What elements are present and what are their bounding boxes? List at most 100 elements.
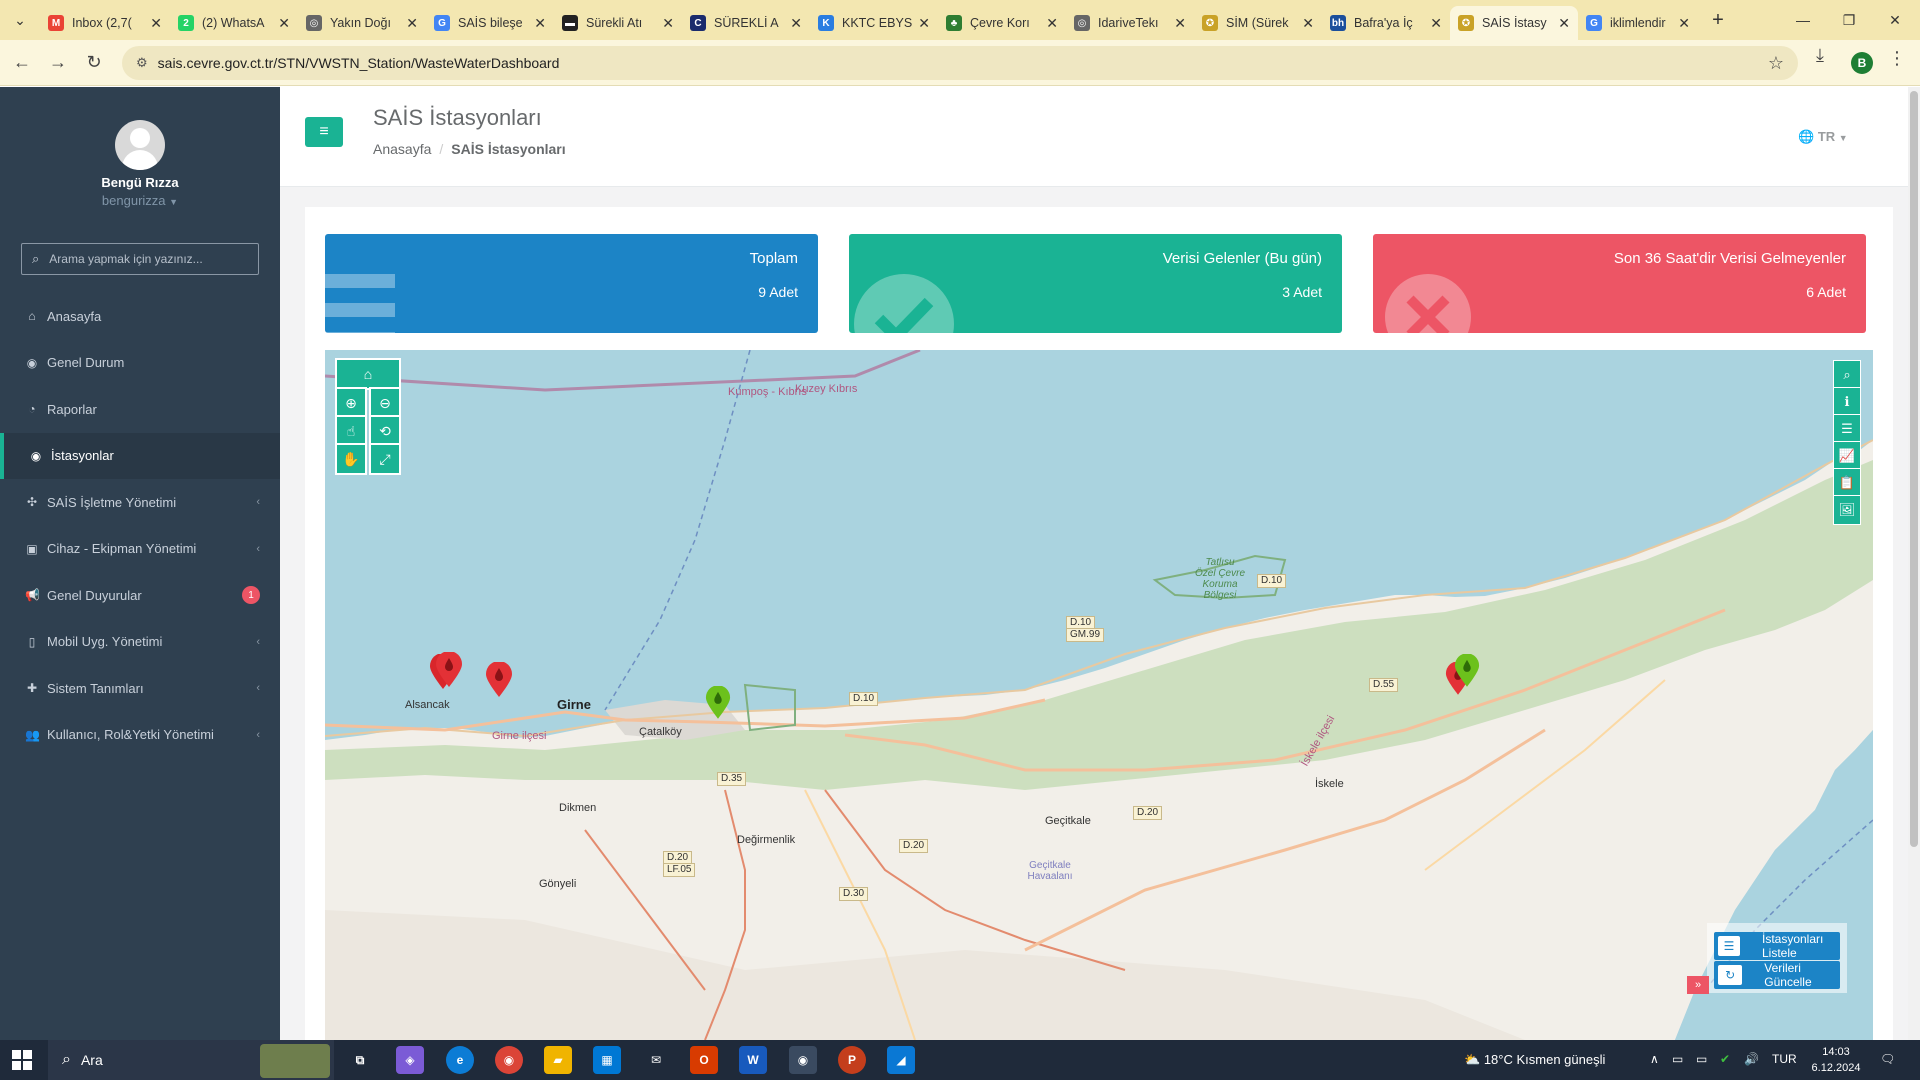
sidebar-item-istasyonlar[interactable]: ◉ İstasyonlar [0, 432, 280, 479]
close-window-icon[interactable]: ✕ [1872, 0, 1918, 40]
station-marker-green[interactable] [705, 686, 731, 720]
sidebar-item-kullanici-rol[interactable]: 👥 Kullanıcı, Rol&Yetki Yönetimi ‹ [0, 712, 280, 759]
profile-avatar[interactable]: B [1851, 52, 1873, 74]
close-tab-icon[interactable]: ✕ [790, 15, 802, 32]
browser-tab[interactable]: ✪ SİM (Sürek ✕ [1194, 7, 1322, 39]
browser-tab[interactable]: ◎ Yakın Doğı ✕ [298, 7, 426, 39]
browser-tab[interactable]: 2 (2) WhatsA ✕ [170, 7, 298, 39]
display-icon[interactable]: ▭ [1696, 1052, 1707, 1066]
close-tab-icon[interactable]: ✕ [1678, 15, 1690, 32]
close-tab-icon[interactable]: ✕ [1302, 15, 1314, 32]
panel-expand-button[interactable]: » [1687, 976, 1709, 994]
grab-button[interactable]: ✋ [335, 443, 367, 475]
browser-tab[interactable]: G SAİS bileşe ✕ [426, 7, 554, 39]
map-clipboard-button[interactable]: 📋 [1833, 468, 1861, 498]
map-canvas[interactable] [325, 350, 1873, 1040]
powerpoint-icon[interactable]: P [838, 1046, 866, 1074]
url-text[interactable]: sais.cevre.gov.ct.tr/STN/VWSTN_Station/W… [158, 55, 560, 71]
close-tab-icon[interactable]: ✕ [278, 15, 290, 32]
close-tab-icon[interactable]: ✕ [1174, 15, 1186, 32]
browser-tab[interactable]: Giklimlendir ✕ [1578, 7, 1698, 39]
sidebar-item-genel-duyurular[interactable]: 📢 Genel Duyurular 1 [0, 572, 280, 619]
sidebar-toggle-button[interactable]: ≡ [305, 117, 343, 147]
avatar[interactable] [115, 120, 165, 170]
station-marker-red[interactable] [485, 662, 513, 698]
input-language[interactable]: TUR [1772, 1052, 1797, 1066]
copilot-icon[interactable]: ◈ [396, 1046, 424, 1074]
reload-icon[interactable]: ↻ [76, 45, 112, 81]
close-tab-icon[interactable]: ✕ [406, 15, 418, 32]
tab-search-icon[interactable]: ⌄ [0, 0, 40, 40]
close-tab-icon[interactable]: ✕ [150, 15, 162, 32]
sidebar-search-input[interactable] [49, 252, 240, 266]
browser-tab[interactable]: ♣ Çevre Korı ✕ [938, 7, 1066, 39]
map-chart-button[interactable]: 📈 [1833, 441, 1861, 471]
station-map[interactable]: Kumpoş - Kıbrıs Kuzey Kıbrıs Alsancak Gi… [325, 350, 1873, 1040]
store-icon[interactable]: ▦ [593, 1046, 621, 1074]
restore-icon[interactable]: ❐ [1826, 0, 1872, 40]
sidebar-item-sais-isletme[interactable]: ✣ SAİS İşletme Yönetimi ‹ [0, 479, 280, 526]
browser-tab[interactable]: K KKTC EBYS ✕ [810, 7, 938, 39]
sidebar-item-sistem-tanimlari[interactable]: ✚ Sistem Tanımları ‹ [0, 665, 280, 712]
notification-icon[interactable]: 🗨 [1880, 1052, 1895, 1066]
language-selector[interactable]: 🌐 TR ▼ [1798, 129, 1848, 145]
browser-tab[interactable]: ✪ SAİS İstasy ✕ [1450, 6, 1578, 40]
fullscreen-button[interactable]: ⤢ [369, 443, 401, 475]
browser-tab[interactable]: ▬ Sürekli Atı ✕ [554, 7, 682, 39]
sidebar-item-anasayfa[interactable]: ⌂ Anasayfa [0, 293, 280, 340]
word-icon[interactable]: W [739, 1046, 767, 1074]
browser-tab[interactable]: ◎ IdariveTekı ✕ [1066, 7, 1194, 39]
minimize-icon[interactable]: — [1780, 0, 1826, 40]
chrome-profile-icon[interactable]: ◉ [789, 1046, 817, 1074]
list-stations-button[interactable]: ☰ İstasyonları Listele [1714, 932, 1840, 960]
map-image-button[interactable]: 🖼 [1833, 495, 1861, 525]
site-info-icon[interactable]: ⚙ [136, 55, 148, 71]
map-info-button[interactable]: ℹ [1833, 387, 1861, 417]
weather-text: 18°C Kısmen güneşli [1483, 1052, 1606, 1067]
windows-start-icon[interactable] [12, 1050, 32, 1070]
weather-widget[interactable]: ⛅ 18°C Kısmen güneşli [1464, 1052, 1605, 1068]
close-tab-icon[interactable]: ✕ [1430, 15, 1442, 32]
sidebar-item-raporlar[interactable]: ◔ Raporlar [0, 386, 280, 433]
office-icon[interactable]: O [690, 1046, 718, 1074]
sidebar-item-mobil-uyg[interactable]: ▯ Mobil Uyg. Yönetimi ‹ [0, 619, 280, 666]
close-tab-icon[interactable]: ✕ [534, 15, 546, 32]
task-view-icon[interactable]: ⧉ [346, 1046, 374, 1074]
close-tab-icon[interactable]: ✕ [1046, 15, 1058, 32]
address-bar[interactable]: ⚙ sais.cevre.gov.ct.tr/STN/VWSTN_Station… [122, 46, 1798, 80]
edge-icon[interactable]: e [446, 1046, 474, 1074]
close-tab-icon[interactable]: ✕ [1558, 15, 1570, 32]
back-icon[interactable]: ← [4, 45, 40, 81]
close-tab-icon[interactable]: ✕ [662, 15, 674, 32]
page-scrollbar[interactable] [1908, 87, 1920, 1040]
station-marker-green[interactable] [1454, 654, 1480, 688]
system-clock[interactable]: 14:03 6.12.2024 [1808, 1044, 1864, 1076]
chrome-icon[interactable]: ◉ [495, 1046, 523, 1074]
sidebar-item-genel-durum[interactable]: ◉ Genel Durum [0, 340, 280, 387]
mail-icon[interactable]: ✉ [642, 1046, 670, 1074]
close-tab-icon[interactable]: ✕ [918, 15, 930, 32]
browser-tab[interactable]: C SÜREKLİ A ✕ [682, 7, 810, 39]
station-marker-red[interactable] [435, 652, 463, 688]
breadcrumb-home[interactable]: Anasayfa [373, 141, 431, 157]
download-icon[interactable]: ⤓ [1816, 45, 1824, 66]
map-layers-button[interactable]: ☰ [1833, 414, 1861, 444]
refresh-data-button[interactable]: ↻ Verileri Güncelle [1714, 961, 1840, 989]
map-search-button[interactable]: ⌕ [1833, 360, 1861, 390]
volume-icon[interactable]: 🔊 [1744, 1052, 1759, 1066]
new-tab-button[interactable]: + [1704, 9, 1732, 32]
browser-tab[interactable]: M Inbox (2,7(✕ [40, 7, 170, 39]
shield-icon[interactable]: ✔ [1720, 1052, 1730, 1066]
scrollbar-thumb[interactable] [1910, 91, 1918, 847]
network-icon[interactable]: ▭ [1672, 1052, 1683, 1066]
file-explorer-icon[interactable]: ▰ [544, 1046, 572, 1074]
bookmark-star-icon[interactable]: ☆ [1768, 53, 1784, 74]
sidebar-item-cihaz-ekipman[interactable]: ▣ Cihaz - Ekipman Yönetimi ‹ [0, 526, 280, 573]
browser-menu-icon[interactable]: ⋮ [1888, 48, 1906, 69]
forward-icon[interactable]: → [40, 45, 76, 81]
browser-tab[interactable]: bh Bafra'ya İç ✕ [1322, 7, 1450, 39]
photos-icon[interactable]: ◢ [887, 1046, 915, 1074]
map-home-button[interactable]: ⌂ [335, 358, 401, 390]
user-menu-toggle[interactable]: bengurizza ▼ [0, 193, 280, 208]
tray-chevron-icon[interactable]: ∧ [1650, 1052, 1659, 1066]
